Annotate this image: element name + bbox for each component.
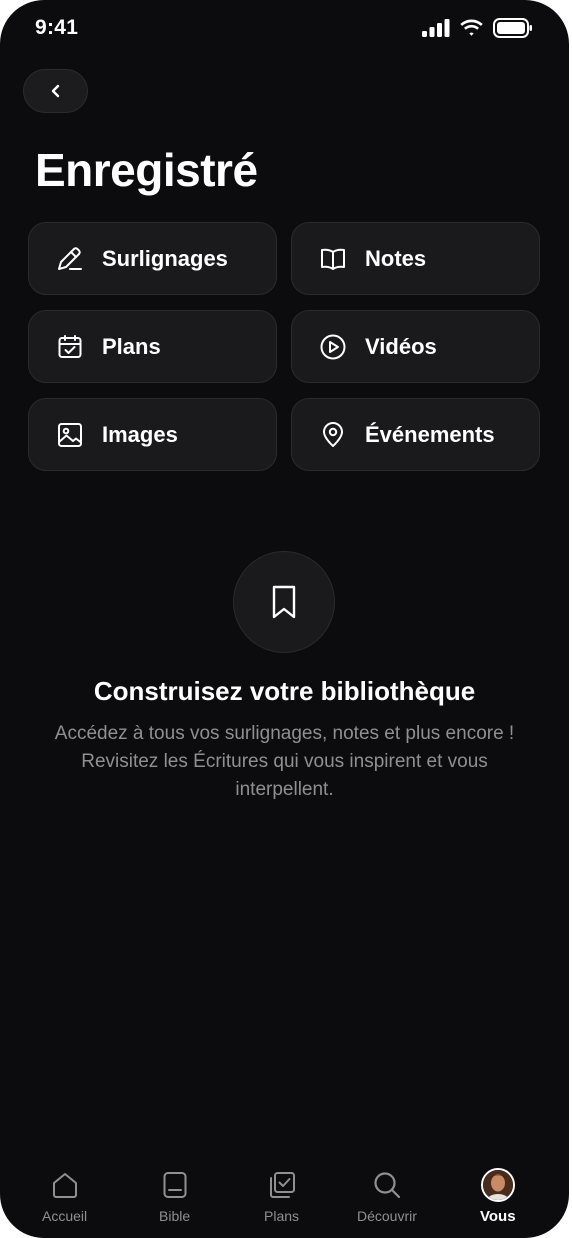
tab-vous[interactable]: Vous [480,1167,516,1225]
image-icon [56,421,84,449]
category-label: Événements [365,421,495,447]
category-plans[interactable]: Plans [28,310,277,383]
tab-label: Découvrir [357,1208,417,1224]
tab-label: Vous [480,1208,516,1225]
status-time: 9:41 [35,16,79,39]
category-label: Notes [365,245,427,271]
chevron-left-icon [51,84,59,98]
tab-decouvrir[interactable]: Découvrir [357,1167,417,1224]
map-pin-icon [319,421,347,449]
category-label: Plans [102,333,161,359]
tab-label: Accueil [42,1208,88,1224]
tab-label: Plans [264,1208,300,1224]
bookmark-icon [272,585,296,619]
category-images[interactable]: Images [28,398,277,471]
empty-state-icon-container [233,551,335,653]
signal-icon [422,19,450,37]
category-label: Images [102,421,178,447]
category-notes[interactable]: Notes [291,222,540,295]
book-icon [319,245,347,273]
phone-screen: 9:41 Enregistré Surlignages Notes Plans … [0,0,569,1238]
tab-accueil[interactable]: Accueil [42,1167,87,1224]
category-label: Vidéos [365,333,437,359]
category-surlignages[interactable]: Surlignages [28,222,277,295]
empty-state-description: Accédez à tous vos surlignages, notes et… [54,723,515,800]
profile-avatar [480,1167,515,1203]
plans-icon [267,1167,297,1203]
category-videos[interactable]: Vidéos [291,310,540,383]
empty-state-title: Construisez votre bibliothèque [93,676,476,706]
page-title: Enregistré [35,144,258,196]
tab-plans[interactable]: Plans [264,1167,299,1224]
category-grid: Surlignages Notes Plans Vidéos Images Év… [28,222,540,471]
tab-bible[interactable]: Bible [159,1167,190,1224]
battery-icon [493,18,532,38]
status-icons [422,18,533,38]
home-icon [50,1167,80,1203]
highlighter-icon [56,245,84,273]
category-evenements[interactable]: Événements [291,398,540,471]
back-button[interactable] [23,69,88,113]
search-icon [372,1167,402,1203]
avatar [480,1168,515,1202]
bible-icon [160,1167,190,1203]
category-label: Surlignages [102,245,228,271]
wifi-icon [460,19,483,36]
calendar-check-icon [56,333,84,361]
play-circle-icon [319,333,347,361]
tab-label: Bible [159,1208,191,1224]
